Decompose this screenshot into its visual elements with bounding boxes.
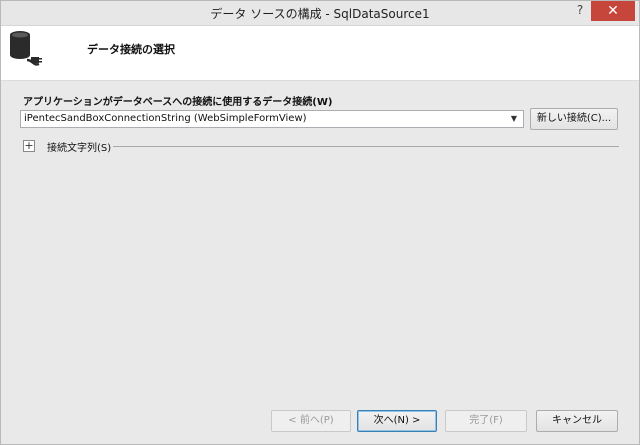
dialog-window: データ ソースの構成 - SqlDataSource1 ? ✕ データ接続の選択… <box>0 0 640 445</box>
next-button[interactable]: 次へ(N) > <box>357 410 437 432</box>
title-bar: データ ソースの構成 - SqlDataSource1 ? ✕ <box>1 1 639 26</box>
back-button[interactable]: < 前へ(P) <box>271 410 351 432</box>
cancel-button[interactable]: キャンセル <box>536 410 618 432</box>
connection-selected-value: iPentecSandBoxConnectionString (WebSimpl… <box>24 113 307 124</box>
connection-string-label: 接続文字列(S) <box>47 143 112 154</box>
page-title: データ接続の選択 <box>87 43 175 56</box>
connection-label: アプリケーションがデータベースへの接続に使用するデータ接続(W) <box>23 97 333 108</box>
finish-button[interactable]: 完了(F) <box>445 410 527 432</box>
database-connection-icon <box>10 31 42 66</box>
divider <box>113 146 619 147</box>
window-title: データ ソースの構成 - SqlDataSource1 <box>210 7 430 21</box>
connection-select[interactable]: iPentecSandBoxConnectionString (WebSimpl… <box>20 110 524 128</box>
expand-icon[interactable]: + <box>23 140 35 152</box>
new-connection-button[interactable]: 新しい接続(C)... <box>530 108 618 130</box>
help-button[interactable]: ? <box>569 1 591 21</box>
wizard-header: データ接続の選択 <box>1 26 639 81</box>
chevron-down-icon[interactable]: ▼ <box>507 111 521 127</box>
close-button[interactable]: ✕ <box>591 1 635 21</box>
